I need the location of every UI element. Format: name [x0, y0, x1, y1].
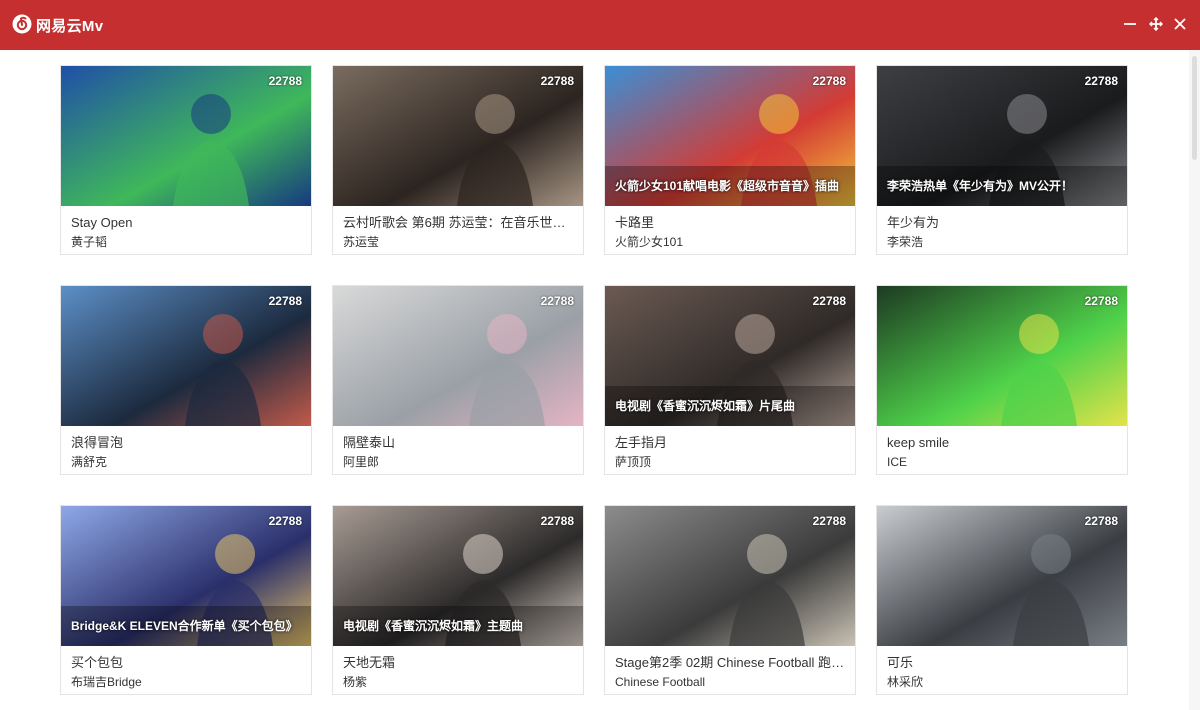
mv-title[interactable]: 卡路里 [615, 214, 845, 231]
mv-thumbnail[interactable]: 22788 电视剧《香蜜沉沉烬如霜》主题曲 [333, 506, 583, 646]
mv-card[interactable]: 22788 Bridge&K ELEVEN合作新单《买个包包》 买个包包 布瑞吉… [60, 505, 312, 695]
mv-title[interactable]: 年少有为 [887, 214, 1117, 231]
mv-title[interactable]: 左手指月 [615, 434, 845, 451]
mv-artist[interactable]: 黄子韬 [71, 234, 301, 250]
mv-artist[interactable]: Chinese Football [615, 674, 845, 690]
play-count: 22788 [812, 294, 846, 308]
mv-title[interactable]: keep smile [887, 434, 1117, 451]
play-count: 22788 [812, 74, 846, 88]
mv-artist[interactable]: 李荣浩 [887, 234, 1117, 250]
play-count: 22788 [812, 514, 846, 528]
minimize-button[interactable] [1120, 13, 1140, 35]
mv-title[interactable]: 买个包包 [71, 654, 301, 671]
mv-thumbnail[interactable]: 22788 [605, 506, 855, 646]
mv-thumbnail[interactable]: 22788 Bridge&K ELEVEN合作新单《买个包包》 [61, 506, 311, 646]
play-count: 22788 [1084, 514, 1118, 528]
close-icon [1174, 18, 1186, 30]
play-count: 22788 [268, 74, 302, 88]
thumbnail-caption: 电视剧《香蜜沉沉烬如霜》片尾曲 [615, 399, 796, 413]
mv-artist[interactable]: 满舒克 [71, 454, 301, 470]
mv-title[interactable]: Stay Open [71, 214, 301, 231]
mv-artist[interactable]: 火箭少女101 [615, 234, 845, 250]
mv-artist[interactable]: ICE [887, 454, 1117, 470]
thumbnail-caption: 电视剧《香蜜沉沉烬如霜》主题曲 [343, 619, 524, 633]
play-count: 22788 [1084, 294, 1118, 308]
mv-title[interactable]: 天地无霜 [343, 654, 573, 671]
mv-thumbnail[interactable]: 22788 李荣浩热单《年少有为》MV公开！ [877, 66, 1127, 206]
mv-title[interactable]: Stage第2季 02期 Chinese Football 跑步将你击倒 [615, 654, 845, 671]
mv-thumbnail[interactable]: 22788 [333, 66, 583, 206]
mv-thumbnail[interactable]: 22788 [61, 286, 311, 426]
mv-grid: 22788 Stay Open 黄子韬 22788 云村听歌会 第6期 苏运莹：… [60, 65, 1128, 695]
mv-card[interactable]: 22788 可乐 林采欣 [876, 505, 1128, 695]
play-count: 22788 [268, 294, 302, 308]
mv-title[interactable]: 可乐 [887, 654, 1117, 671]
mv-card[interactable]: 22788 电视剧《香蜜沉沉烬如霜》片尾曲 左手指月 萨顶顶 [604, 285, 856, 475]
mv-card[interactable]: 22788 火箭少女101献唱电影《超级市音音》插曲 卡路里 火箭少女101 [604, 65, 856, 255]
mv-thumbnail[interactable]: 22788 [877, 506, 1127, 646]
mv-title[interactable]: 隔壁泰山 [343, 434, 573, 451]
move-icon [1149, 17, 1163, 31]
mv-card[interactable]: 22788 Stay Open 黄子韬 [60, 65, 312, 255]
mv-card[interactable]: 22788 李荣浩热单《年少有为》MV公开！ 年少有为 李荣浩 [876, 65, 1128, 255]
mv-artist[interactable]: 苏运莹 [343, 234, 573, 250]
mv-artist[interactable]: 布瑞吉Bridge [71, 674, 301, 690]
mv-card[interactable]: 22788 云村听歌会 第6期 苏运莹：在音乐世界里没有什么是不可以的 苏运莹 [332, 65, 584, 255]
mv-card[interactable]: 22788 电视剧《香蜜沉沉烬如霜》主题曲 天地无霜 杨紫 [332, 505, 584, 695]
mv-title[interactable]: 云村听歌会 第6期 苏运莹：在音乐世界里没有什么是不可以的 [343, 214, 573, 231]
mv-thumbnail[interactable]: 22788 电视剧《香蜜沉沉烬如霜》片尾曲 [605, 286, 855, 426]
move-button[interactable] [1146, 13, 1166, 35]
mv-card[interactable]: 22788 Stage第2季 02期 Chinese Football 跑步将你… [604, 505, 856, 695]
mv-title[interactable]: 浪得冒泡 [71, 434, 301, 451]
scrollbar-thumb[interactable] [1192, 56, 1197, 160]
close-button[interactable] [1170, 13, 1190, 35]
mv-card[interactable]: 22788 浪得冒泡 满舒克 [60, 285, 312, 475]
mv-thumbnail[interactable]: 22788 火箭少女101献唱电影《超级市音音》插曲 [605, 66, 855, 206]
mv-card[interactable]: 22788 隔壁泰山 阿里郎 [332, 285, 584, 475]
mv-thumbnail[interactable]: 22788 [877, 286, 1127, 426]
vertical-scrollbar[interactable] [1189, 50, 1200, 710]
minimize-icon [1124, 23, 1136, 25]
play-count: 22788 [540, 514, 574, 528]
thumbnail-caption: Bridge&K ELEVEN合作新单《买个包包》 [71, 619, 298, 633]
mv-artist[interactable]: 萨顶顶 [615, 454, 845, 470]
thumbnail-caption: 李荣浩热单《年少有为》MV公开！ [887, 179, 1074, 193]
app-title: 网易云Mv [36, 18, 104, 35]
mv-artist[interactable]: 杨紫 [343, 674, 573, 690]
play-count: 22788 [540, 74, 574, 88]
mv-thumbnail[interactable]: 22788 [61, 66, 311, 206]
mv-artist[interactable]: 林采欣 [887, 674, 1117, 690]
netease-music-logo-icon [12, 14, 32, 34]
play-count: 22788 [1084, 74, 1118, 88]
play-count: 22788 [268, 514, 302, 528]
mv-card[interactable]: 22788 keep smile ICE [876, 285, 1128, 475]
mv-artist[interactable]: 阿里郎 [343, 454, 573, 470]
thumbnail-caption: 火箭少女101献唱电影《超级市音音》插曲 [615, 179, 840, 193]
mv-thumbnail[interactable]: 22788 [333, 286, 583, 426]
play-count: 22788 [540, 294, 574, 308]
title-bar: 网易云Mv [0, 0, 1200, 50]
